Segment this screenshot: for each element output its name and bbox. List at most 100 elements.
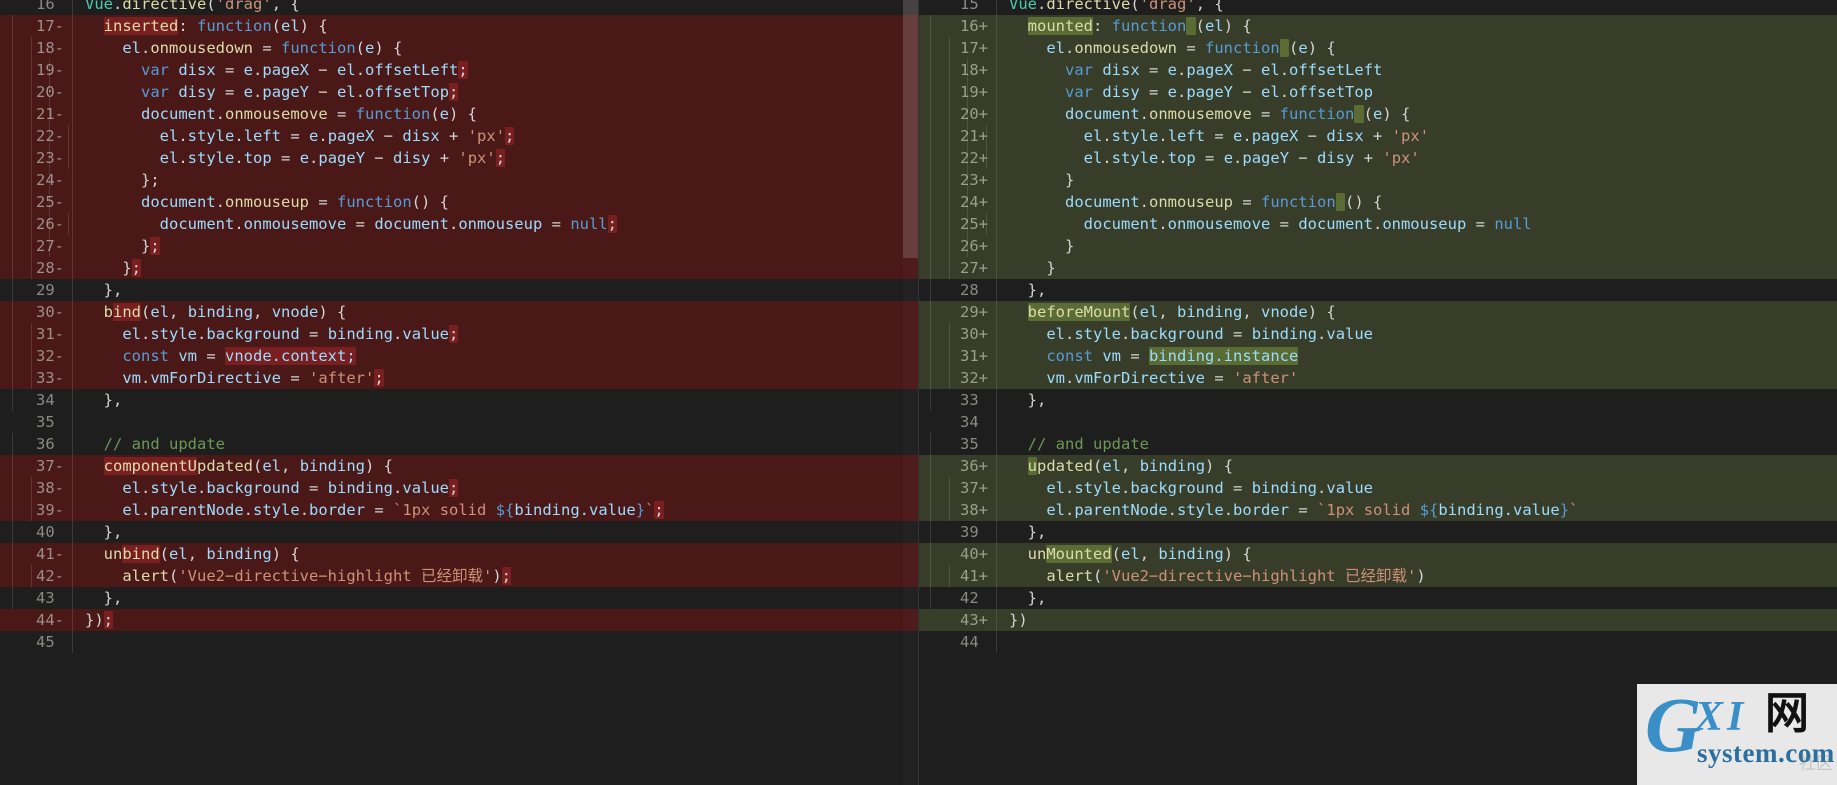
code-line[interactable]: el.parentNode.style.border = `1px solid …	[930, 499, 1837, 521]
diff-row[interactable]: 28 },	[918, 279, 1837, 301]
diff-row[interactable]: 21- document.onmousemove = function(e) {	[0, 103, 918, 125]
diff-row[interactable]: 23- el.style.top = e.pageY − disy + 'px'…	[0, 147, 918, 169]
diff-row[interactable]: 44	[918, 631, 1837, 653]
diff-row[interactable]: 17+ el.onmousedown = function (e) {	[918, 37, 1837, 59]
diff-row[interactable]: 37- componentUpdated(el, binding) {	[0, 455, 918, 477]
diff-row[interactable]: 20- var disy = e.pageY − el.offsetTop;	[0, 81, 918, 103]
diff-row[interactable]: 38+ el.parentNode.style.border = `1px so…	[918, 499, 1837, 521]
code-line[interactable]: el.style.top = e.pageY − disy + 'px'	[930, 147, 1837, 169]
diff-row[interactable]: 31+ const vm = binding.instance	[918, 345, 1837, 367]
code-line[interactable]: document.onmousemove = function(e) {	[12, 103, 918, 125]
diff-row[interactable]: 19+ var disy = e.pageY − el.offsetTop	[918, 81, 1837, 103]
diff-pane-original[interactable]: 16 Vue.directive('drag', {17- inserted: …	[0, 0, 918, 785]
diff-row[interactable]: 37+ el.style.background = binding.value	[918, 477, 1837, 499]
diff-row[interactable]: 18+ var disx = e.pageX − el.offsetLeft	[918, 59, 1837, 81]
code-line[interactable]: };	[12, 257, 918, 279]
code-line[interactable]: const vm = vnode.context;	[12, 345, 918, 367]
code-line[interactable]: el.style.top = e.pageY − disy + 'px';	[12, 147, 918, 169]
diff-row[interactable]: 21+ el.style.left = e.pageX − disx + 'px…	[918, 125, 1837, 147]
code-line[interactable]: const vm = binding.instance	[930, 345, 1837, 367]
code-line[interactable]: el.onmousedown = function(e) {	[12, 37, 918, 59]
diff-row[interactable]: 32- const vm = vnode.context;	[0, 345, 918, 367]
diff-row[interactable]: 26- document.onmousemove = document.onmo…	[0, 213, 918, 235]
code-line[interactable]: alert('Vue2−directive−highlight 已经卸载');	[12, 565, 918, 587]
diff-row[interactable]: 33- vm.vmForDirective = 'after';	[0, 367, 918, 389]
diff-row[interactable]: 31- el.style.background = binding.value;	[0, 323, 918, 345]
code-line[interactable]: Vue.directive('drag', {	[73, 0, 918, 15]
diff-row[interactable]: 39 },	[918, 521, 1837, 543]
diff-row[interactable]: 19- var disx = e.pageX − el.offsetLeft;	[0, 59, 918, 81]
code-line[interactable]: unMounted(el, binding) {	[930, 543, 1837, 565]
code-line[interactable]: vm.vmForDirective = 'after';	[12, 367, 918, 389]
code-line[interactable]: var disx = e.pageX − el.offsetLeft;	[12, 59, 918, 81]
diff-row[interactable]: 26+ }	[918, 235, 1837, 257]
diff-row[interactable]: 24+ document.onmouseup = function () {	[918, 191, 1837, 213]
code-line[interactable]: };	[12, 169, 918, 191]
diff-row[interactable]: 41+ alert('Vue2−directive−highlight 已经卸载…	[918, 565, 1837, 587]
code-line[interactable]: var disx = e.pageX − el.offsetLeft	[930, 59, 1837, 81]
code-line[interactable]: },	[930, 587, 1837, 609]
diff-row[interactable]: 25+ document.onmousemove = document.onmo…	[918, 213, 1837, 235]
diff-row[interactable]: 27+ }	[918, 257, 1837, 279]
diff-row[interactable]: 16 Vue.directive('drag', {	[0, 0, 918, 15]
code-line[interactable]: })	[997, 609, 1837, 631]
diff-row[interactable]: 38- el.style.background = binding.value;	[0, 477, 918, 499]
code-line[interactable]: var disy = e.pageY − el.offsetTop;	[12, 81, 918, 103]
code-line[interactable]: // and update	[12, 433, 918, 455]
diff-row[interactable]: 41- unbind(el, binding) {	[0, 543, 918, 565]
code-line[interactable]: Vue.directive('drag', {	[997, 0, 1837, 15]
diff-row[interactable]: 29 },	[0, 279, 918, 301]
diff-row[interactable]: 42 },	[918, 587, 1837, 609]
code-line[interactable]: updated(el, binding) {	[930, 455, 1837, 477]
code-line[interactable]: },	[12, 587, 918, 609]
diff-row[interactable]: 22- el.style.left = e.pageX − disx + 'px…	[0, 125, 918, 147]
diff-row[interactable]: 40+ unMounted(el, binding) {	[918, 543, 1837, 565]
diff-row[interactable]: 25- document.onmouseup = function() {	[0, 191, 918, 213]
code-line[interactable]: }	[930, 257, 1837, 279]
diff-row[interactable]: 22+ el.style.top = e.pageY − disy + 'px'	[918, 147, 1837, 169]
code-line[interactable]: componentUpdated(el, binding) {	[12, 455, 918, 477]
code-line[interactable]: // and update	[930, 433, 1837, 455]
code-line[interactable]: }	[930, 235, 1837, 257]
code-line[interactable]: el.style.background = binding.value	[930, 323, 1837, 345]
code-line[interactable]: document.onmousemove = document.onmouseu…	[930, 213, 1837, 235]
diff-row[interactable]: 43+})	[918, 609, 1837, 631]
code-line[interactable]	[997, 411, 1837, 433]
diff-row[interactable]: 32+ vm.vmForDirective = 'after'	[918, 367, 1837, 389]
diff-row[interactable]: 36 // and update	[0, 433, 918, 455]
code-line[interactable]: el.style.left = e.pageX − disx + 'px';	[12, 125, 918, 147]
diff-row[interactable]: 39- el.parentNode.style.border = `1px so…	[0, 499, 918, 521]
code-line[interactable]: });	[73, 609, 918, 631]
diff-row[interactable]: 43 },	[0, 587, 918, 609]
code-line[interactable]	[73, 631, 918, 653]
diff-pane-modified[interactable]: 15 Vue.directive('drag', {16+ mounted: f…	[918, 0, 1837, 785]
diff-row[interactable]: 15 Vue.directive('drag', {	[918, 0, 1837, 15]
code-line[interactable]: unbind(el, binding) {	[12, 543, 918, 565]
diff-row[interactable]: 23+ }	[918, 169, 1837, 191]
code-line[interactable]: document.onmouseup = function () {	[930, 191, 1837, 213]
diff-row[interactable]: 20+ document.onmousemove = function (e) …	[918, 103, 1837, 125]
code-line[interactable]: el.style.background = binding.value;	[12, 477, 918, 499]
diff-row[interactable]: 42- alert('Vue2−directive−highlight 已经卸载…	[0, 565, 918, 587]
code-line[interactable]: },	[930, 389, 1837, 411]
code-line[interactable]: el.parentNode.style.border = `1px solid …	[12, 499, 918, 521]
code-line[interactable]: document.onmouseup = function() {	[12, 191, 918, 213]
code-line[interactable]: inserted: function(el) {	[12, 15, 918, 37]
code-line[interactable]: },	[930, 521, 1837, 543]
code-line[interactable]: mounted: function (el) {	[930, 15, 1837, 37]
code-line[interactable]	[997, 631, 1837, 653]
diff-row[interactable]: 24- };	[0, 169, 918, 191]
left-pane-scrollbar[interactable]	[903, 0, 918, 785]
code-line[interactable]: document.onmousemove = function (e) {	[930, 103, 1837, 125]
diff-row[interactable]: 18- el.onmousedown = function(e) {	[0, 37, 918, 59]
diff-row[interactable]: 44-});	[0, 609, 918, 631]
code-line[interactable]: el.onmousedown = function (e) {	[930, 37, 1837, 59]
code-line[interactable]: el.style.left = e.pageX − disx + 'px'	[930, 125, 1837, 147]
diff-row[interactable]: 35	[0, 411, 918, 433]
code-line[interactable]: bind(el, binding, vnode) {	[12, 301, 918, 323]
left-pane-scrollbar-thumb[interactable]	[903, 0, 918, 258]
code-line[interactable]: el.style.background = binding.value;	[12, 323, 918, 345]
diff-row[interactable]: 36+ updated(el, binding) {	[918, 455, 1837, 477]
diff-row[interactable]: 17- inserted: function(el) {	[0, 15, 918, 37]
diff-row[interactable]: 35 // and update	[918, 433, 1837, 455]
